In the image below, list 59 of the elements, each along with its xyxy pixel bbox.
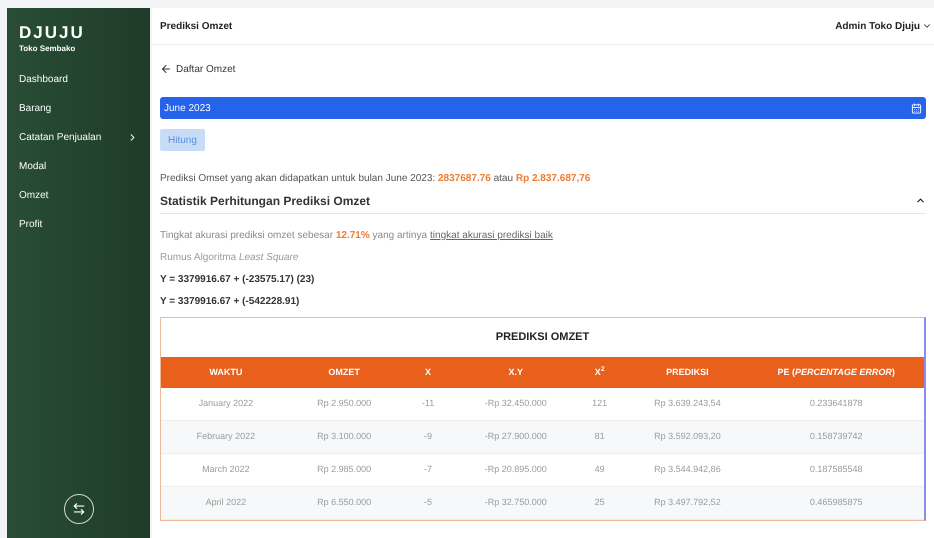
month-field[interactable]: June 2023 — [160, 97, 926, 119]
page-title: Prediksi Omzet — [160, 20, 232, 34]
sidebar-item[interactable]: Dashboard — [7, 65, 150, 94]
back-arrow-icon — [160, 63, 172, 75]
table-cell-text: 0.187585548 — [808, 463, 864, 476]
column-header: X — [424, 366, 432, 379]
table-cell-text: Rp 2.950.000 — [316, 397, 372, 410]
table-cell-text: Rp 3.497.792,52 — [653, 496, 722, 510]
column-header: X$^{2}$ — [594, 366, 606, 379]
sidebar-item[interactable]: Omzet — [7, 181, 150, 210]
table-cell-text: 121 — [591, 397, 608, 410]
table-cell-text: -7 — [423, 463, 434, 476]
calendar-icon — [911, 102, 922, 114]
column-header: X.Y — [508, 366, 524, 379]
table-title: PREDIKSI OMZET — [496, 330, 590, 346]
table-cell-text: -Rp 27.900.000 — [484, 430, 548, 444]
table-cell-text: -Rp 32.750.000 — [484, 496, 548, 510]
prediction-text: Prediksi Omset yang akan didapatkan untuk bulan June 2023: 2837687.76 atau Rp 2.837.687,76 — [160, 172, 592, 186]
table-cell-text: -5 — [423, 496, 434, 510]
table-cell-text: January 2022 — [198, 397, 254, 410]
table-cell-text: 0.158739742 — [808, 430, 864, 444]
column-header: PREDIKSI — [665, 366, 710, 379]
user-menu[interactable]: Admin Toko Djuju — [835, 18, 932, 34]
table-cell-text: April 2022 — [204, 496, 248, 510]
brand-logo: DJUJU — [19, 22, 86, 44]
accuracy-link[interactable]: tingkat akurasi prediksi baik — [430, 230, 553, 241]
table-cell-text: -9 — [423, 430, 434, 444]
column-header: OMZET — [327, 366, 361, 379]
sidebar-item[interactable]: Profit — [7, 210, 150, 240]
table-cell-text: -Rp 32.450.000 — [484, 397, 548, 410]
sidebar-item[interactable]: Modal — [7, 152, 150, 182]
table-cell-text: 0.465985875 — [808, 496, 864, 510]
table-cell-text: February 2022 — [196, 430, 256, 444]
column-header: PE (PERCENTAGE ERROR) — [776, 366, 896, 379]
back-link[interactable]: Daftar Omzet — [160, 62, 926, 76]
formula-label: Rumus Algoritma Least Square — [160, 251, 300, 265]
table-cell-text: Rp 3.592.093,20 — [653, 430, 722, 444]
sidebar-item[interactable]: Catatan Penjualan — [7, 123, 150, 152]
sidebar-item[interactable]: Barang — [7, 94, 150, 124]
collapse-button[interactable] — [64, 494, 94, 524]
equation: Y = 3379916.67 + (-542228.91) — [160, 295, 300, 309]
equation: Y = 3379916.67 + (-23575.17) (23) — [160, 273, 316, 287]
table-cell-text: 0.233641878 — [808, 397, 864, 410]
table-cell-text: -Rp 20.895.000 — [484, 463, 548, 476]
table-cell-text: Rp 2.985.000 — [316, 463, 372, 476]
table-cell-text: 81 — [594, 430, 606, 444]
left-right-arrow-icon — [72, 502, 86, 516]
table-cell-text: 49 — [594, 463, 606, 476]
table-cell-text: -11 — [420, 397, 436, 410]
table-cell-text: March 2022 — [201, 463, 251, 476]
table-cell-text: Rp 6.550.000 — [316, 496, 372, 510]
brand-subtitle: Toko Sembako — [19, 43, 76, 56]
accuracy-text: Tingkat akurasi prediksi omzet sebesar 12.71% yang artinya tingkat akurasi prediksi baik — [160, 229, 554, 243]
table-cell-text: Rp 3.100.000 — [316, 430, 372, 444]
table-cell-text: Rp 3.544.942,86 — [653, 463, 722, 476]
table-cell-text: Rp 3.639.243,54 — [653, 397, 722, 410]
section-title: Statistik Perhitungan Prediksi Omzet — [160, 192, 370, 210]
table-cell-text: 25 — [594, 496, 606, 510]
column-header: WAKTU — [208, 366, 244, 379]
